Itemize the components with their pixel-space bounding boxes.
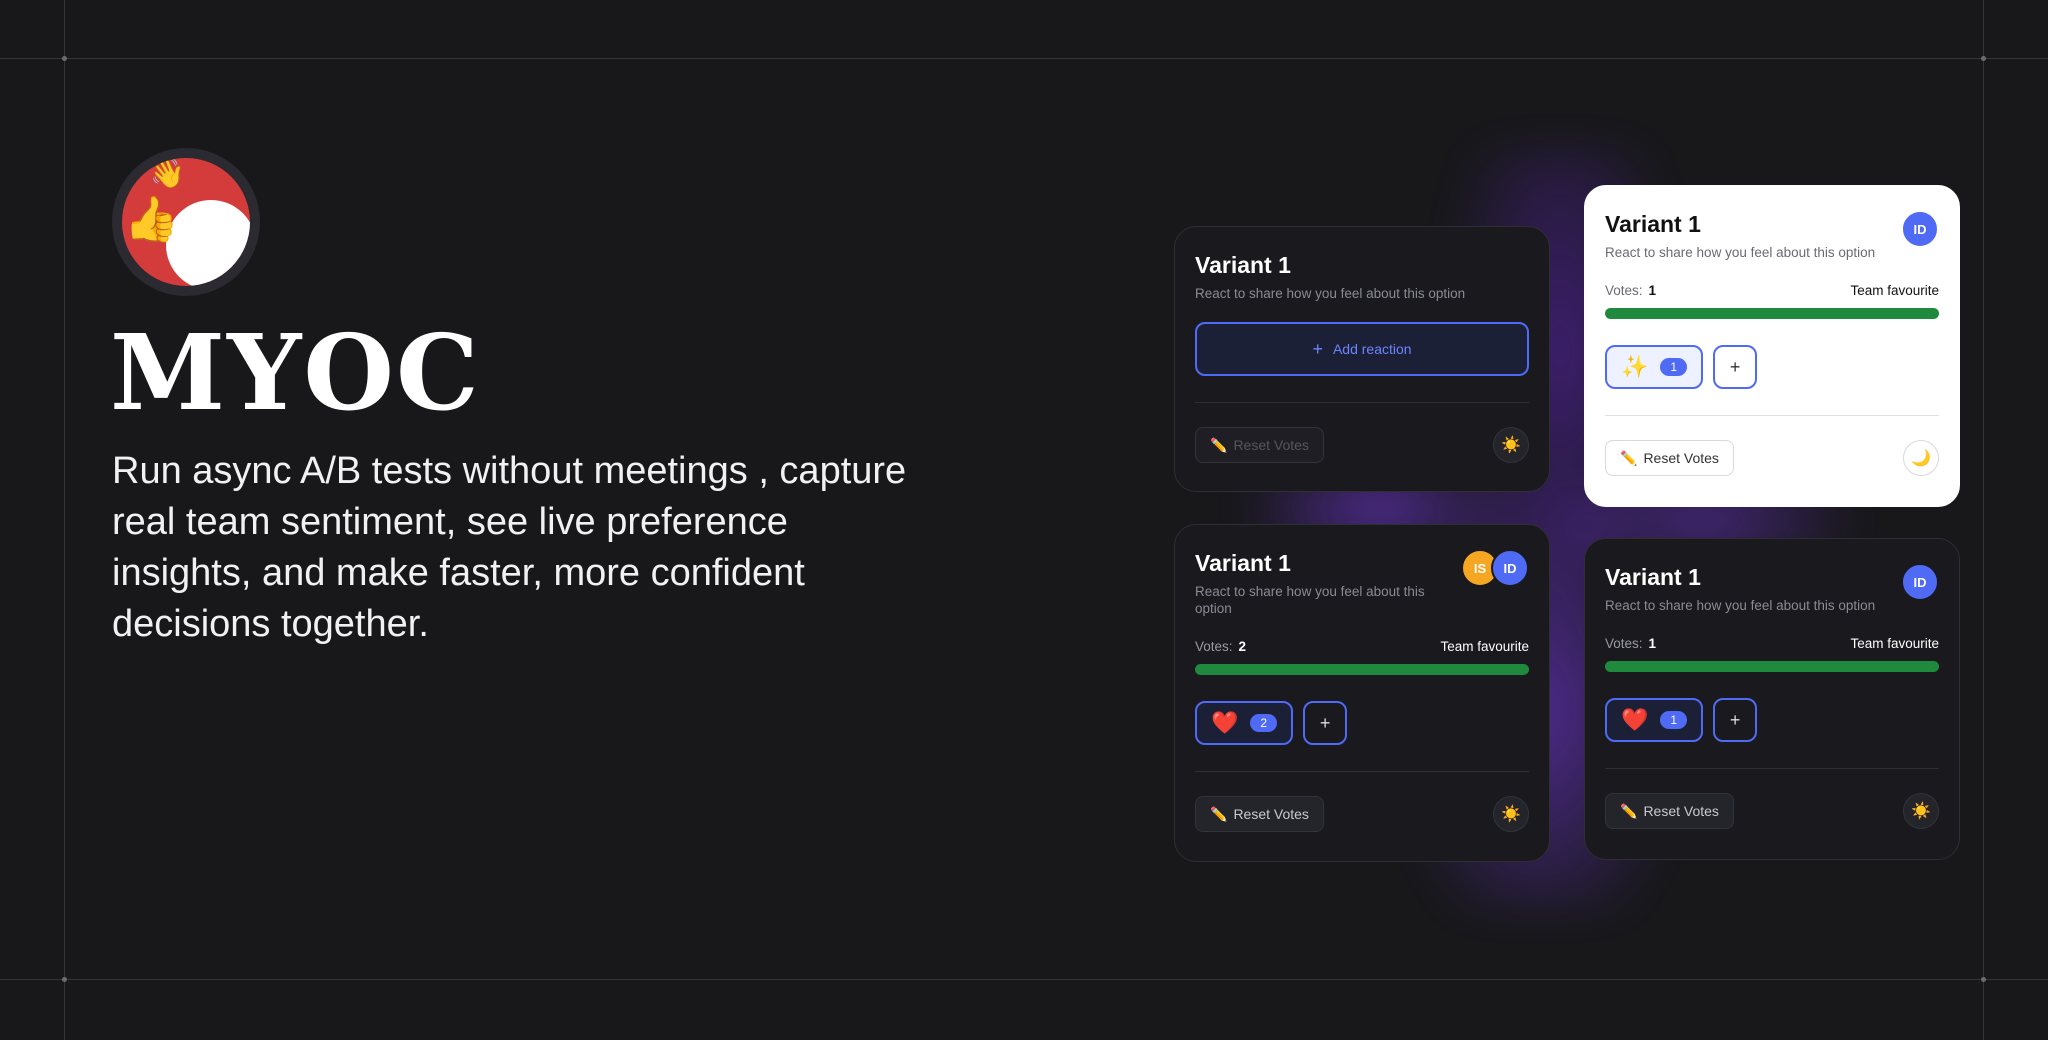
votes-progress-bar <box>1195 664 1529 675</box>
guide-dot <box>62 977 67 982</box>
reaction-count: 1 <box>1660 711 1688 729</box>
theme-toggle-glyph: 🌙 <box>1911 450 1931 467</box>
add-reaction-button[interactable]: + <box>1713 345 1758 389</box>
sun-icon[interactable]: ☀️ <box>1903 793 1939 829</box>
variant-card: Variant 1 React to share how you feel ab… <box>1174 226 1550 492</box>
theme-toggle-glyph: ☀️ <box>1911 803 1931 820</box>
heart-icon: ❤️ <box>1621 707 1649 732</box>
sun-icon[interactable]: ☀️ <box>1493 796 1529 832</box>
reset-votes-button[interactable]: ✏️ Reset Votes <box>1195 427 1324 463</box>
votes-progress-bar <box>1605 308 1939 319</box>
variant-title: Variant 1 <box>1195 550 1291 576</box>
reaction-count: 1 <box>1660 358 1688 376</box>
divider <box>1605 768 1939 769</box>
plus-icon: + <box>1312 338 1323 359</box>
brand-tagline: Run async A/B tests without meetings , c… <box>112 450 907 645</box>
add-reaction-button[interactable]: + Add reaction <box>1195 322 1529 376</box>
reset-votes-label: Reset Votes <box>1643 450 1719 466</box>
pencil-icon: ✏️ <box>1620 802 1638 819</box>
votes-value: 2 <box>1238 639 1247 654</box>
variant-title: Variant 1 <box>1605 211 1701 237</box>
variant-title: Variant 1 <box>1195 252 1291 278</box>
reaction-chip[interactable]: ✨ 1 <box>1605 345 1704 389</box>
pencil-icon: ✏️ <box>1210 805 1228 822</box>
variant-subtitle: React to share how you feel about this o… <box>1605 245 1876 260</box>
reset-votes-button[interactable]: ✏️ Reset Votes <box>1605 793 1734 829</box>
reset-votes-label: Reset Votes <box>1233 806 1309 822</box>
reset-votes-label: Reset Votes <box>1643 803 1719 819</box>
add-reaction-label: Add reaction <box>1332 341 1412 357</box>
add-reaction-button[interactable]: + <box>1303 701 1348 745</box>
theme-toggle-glyph: ☀️ <box>1501 806 1521 823</box>
votes-value: 1 <box>1648 283 1657 298</box>
pencil-icon: ✏️ <box>1620 449 1638 466</box>
variant-card: Variant 1 React to share how you feel ab… <box>1174 524 1550 862</box>
theme-toggle-glyph: ☀️ <box>1501 437 1521 454</box>
thumbs-up-icon: 👍 <box>124 195 179 244</box>
votes-progress-bar <box>1605 661 1939 672</box>
divider <box>1195 402 1529 403</box>
votes-label: Votes: <box>1195 639 1233 654</box>
app-logo: 😍 👍 👋 <box>112 148 260 296</box>
logo-badge: 😍 👍 👋 <box>122 158 250 286</box>
guide-dot <box>62 56 67 61</box>
wave-hand-icon: 👋 <box>150 158 185 189</box>
reaction-chip[interactable]: ❤️ 2 <box>1195 701 1294 745</box>
reset-votes-label: Reset Votes <box>1233 437 1309 453</box>
guide-dot <box>1981 977 1986 982</box>
guide-dot <box>1981 56 1986 61</box>
variant-subtitle: React to share how you feel about this o… <box>1195 584 1425 616</box>
pencil-icon: ✏️ <box>1210 436 1228 453</box>
reset-votes-button[interactable]: ✏️ Reset Votes <box>1195 796 1324 832</box>
guide-line-right <box>1983 0 1984 1040</box>
team-favourite-label: Team favourite <box>1850 283 1939 298</box>
avatar: ID <box>1901 563 1939 601</box>
team-favourite-label: Team favourite <box>1850 636 1939 651</box>
heart-eyes-emoji-icon: 😍 <box>177 206 242 275</box>
variant-title: Variant 1 <box>1605 564 1701 590</box>
add-reaction-button[interactable]: + <box>1713 698 1758 742</box>
reset-votes-button[interactable]: ✏️ Reset Votes <box>1605 440 1734 476</box>
divider <box>1195 771 1529 772</box>
votes-label: Votes: <box>1605 283 1643 298</box>
votes-count: Votes: 2 <box>1195 639 1246 654</box>
votes-label: Votes: <box>1605 636 1643 651</box>
reaction-chip[interactable]: ❤️ 1 <box>1605 698 1704 742</box>
divider <box>1605 415 1939 416</box>
moon-icon[interactable]: 🌙 <box>1903 440 1939 476</box>
guide-line-left <box>64 0 65 1040</box>
sun-icon[interactable]: ☀️ <box>1493 427 1529 463</box>
brand-title: MYOC <box>110 311 481 434</box>
avatar: ID <box>1491 549 1529 587</box>
votes-value: 1 <box>1648 636 1657 651</box>
team-favourite-label: Team favourite <box>1440 639 1529 654</box>
variant-card: Variant 1 React to share how you feel ab… <box>1584 185 1960 507</box>
guide-line-bottom <box>0 979 2048 980</box>
sparkles-icon: ✨ <box>1621 354 1649 379</box>
variant-subtitle: React to share how you feel about this o… <box>1605 598 1876 613</box>
votes-count: Votes: 1 <box>1605 283 1656 298</box>
heart-icon: ❤️ <box>1211 710 1239 735</box>
variant-card: Variant 1 React to share how you feel ab… <box>1584 538 1960 860</box>
votes-count: Votes: 1 <box>1605 636 1656 651</box>
variant-subtitle: React to share how you feel about this o… <box>1195 286 1466 301</box>
reaction-count: 2 <box>1250 714 1278 732</box>
avatar: ID <box>1901 210 1939 248</box>
guide-line-top <box>0 58 2048 59</box>
